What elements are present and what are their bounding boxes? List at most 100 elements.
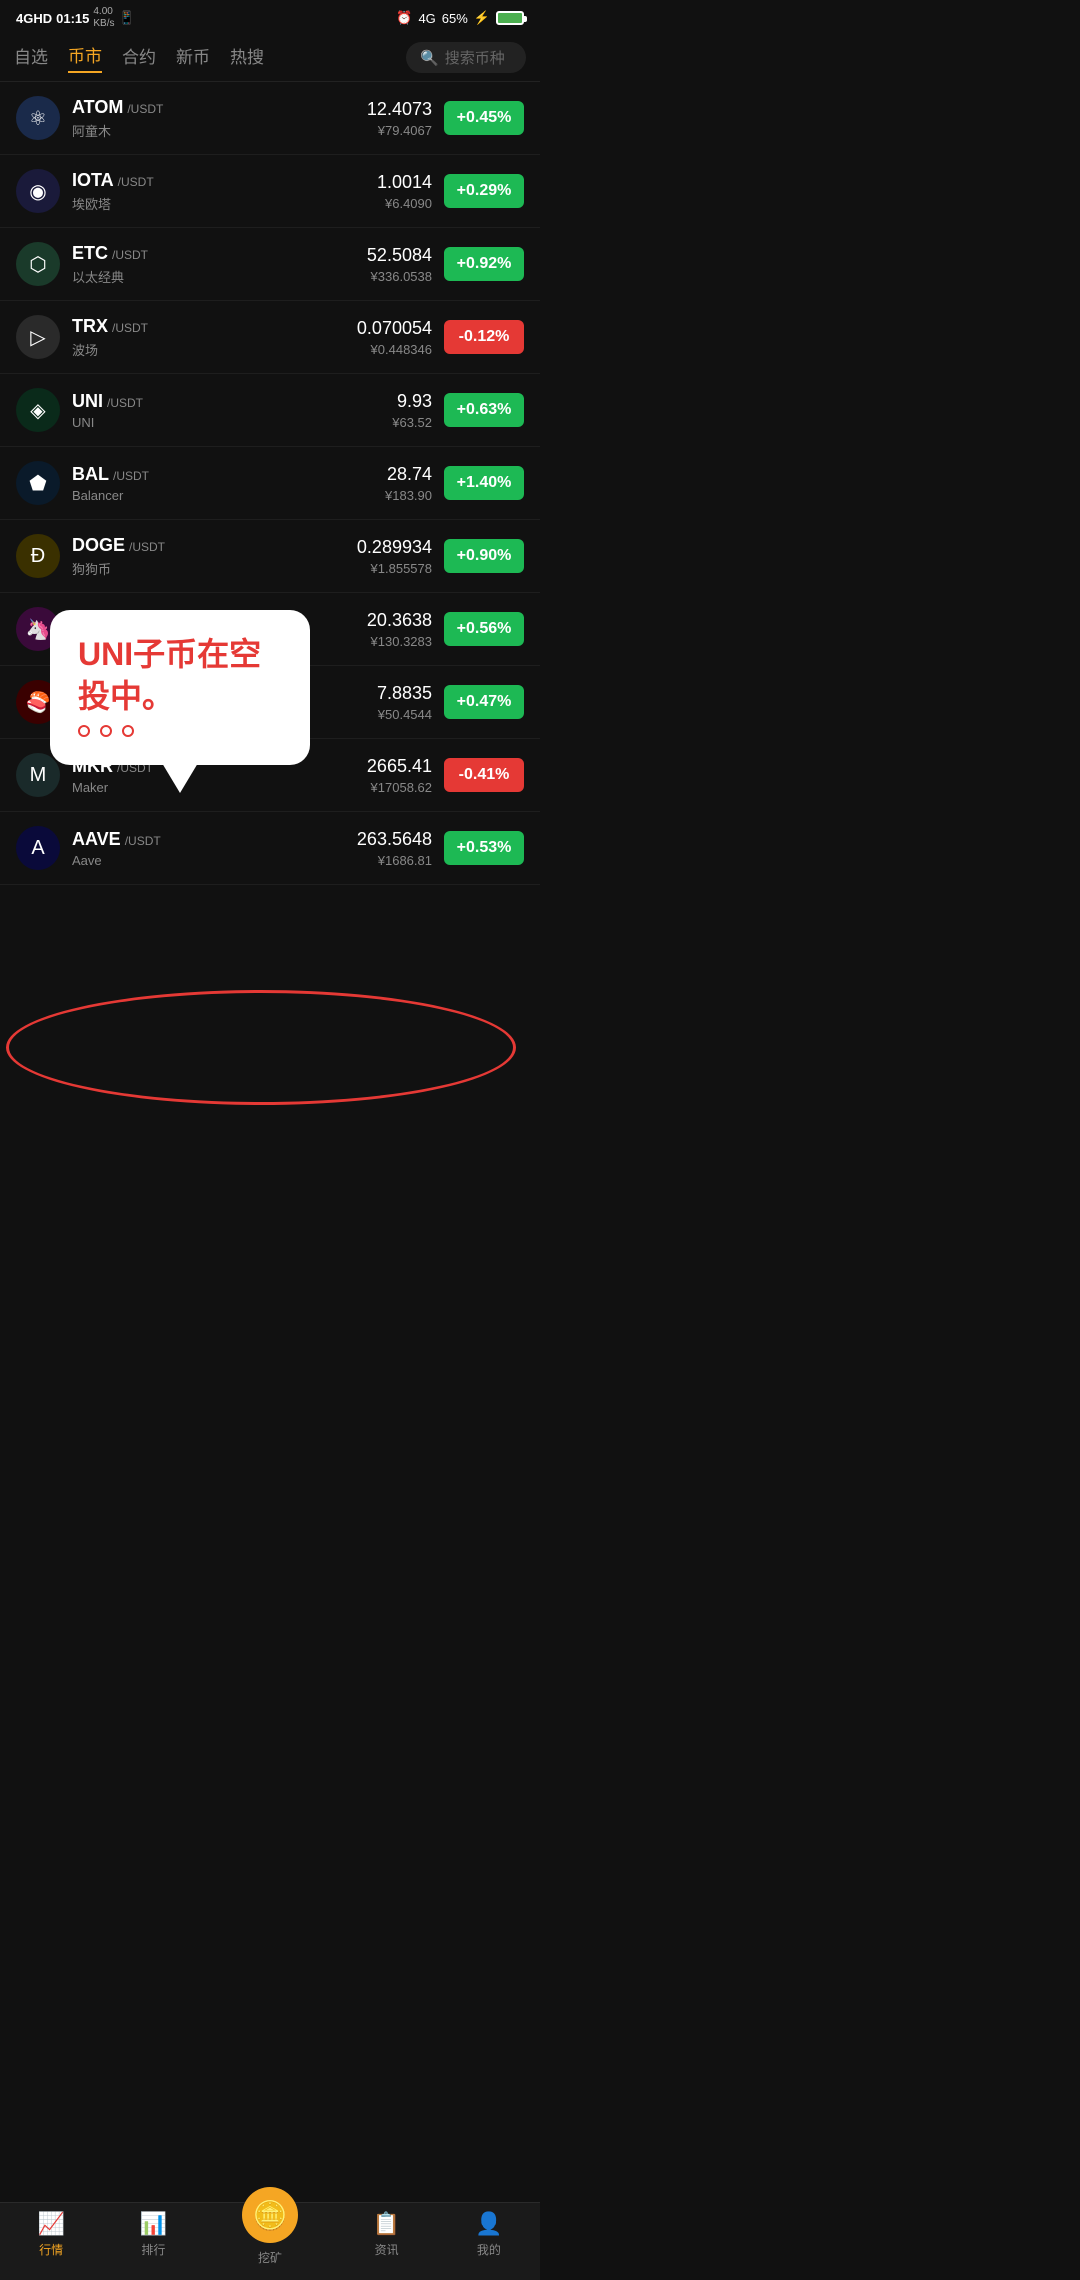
coin-price-cny-7: ¥130.3283	[367, 634, 432, 649]
coin-ticker-1: IOTA	[72, 170, 114, 191]
coin-prices-10: 263.5648 ¥1686.81	[357, 829, 432, 868]
coin-price-cny-6: ¥1.855578	[357, 561, 432, 576]
coin-icon-bal-5: ⬟	[16, 461, 60, 505]
coin-row-bal-5[interactable]: ⬟ BAL /USDT Balancer 28.74 ¥183.90 +1.40…	[0, 447, 540, 520]
bubble-text: UNI子币在空投中。	[78, 634, 282, 717]
dot-2	[100, 725, 112, 737]
coin-row-trx-3[interactable]: ▷ TRX /USDT 波场 0.070054 ¥0.448346 -0.12%	[0, 301, 540, 374]
search-placeholder: 搜索币种	[445, 47, 505, 68]
tab-watchlist[interactable]: 自选	[14, 43, 48, 72]
coin-prices-5: 28.74 ¥183.90	[385, 464, 432, 503]
coin-prices-6: 0.289934 ¥1.855578	[357, 537, 432, 576]
status-bar: 4GHD 01:15 4.00KB/s 📱 ⏰ 4G 65% ⚡	[0, 0, 540, 34]
coin-price-usd-2: 52.5084	[367, 245, 432, 266]
bottom-item-news[interactable]: 📋 资讯	[373, 2211, 400, 2266]
news-icon: 📋	[373, 2211, 400, 2237]
bottom-item-profile[interactable]: 👤 我的	[475, 2211, 502, 2266]
coin-row-uni-4[interactable]: ◈ UNI /USDT UNI 9.93 ¥63.52 +0.63%	[0, 374, 540, 447]
tab-new[interactable]: 新币	[176, 43, 210, 72]
network-type: 4GHD	[16, 11, 52, 26]
coin-ticker-6: DOGE	[72, 535, 125, 556]
nav-tabs: 自选 币市 合约 新币 热搜 🔍 搜索币种	[0, 34, 540, 82]
bubble-dots	[78, 725, 282, 737]
tab-hot[interactable]: 热搜	[230, 43, 264, 72]
coin-price-cny-4: ¥63.52	[392, 415, 432, 430]
tab-market[interactable]: 币市	[68, 42, 102, 73]
market-icon: 📈	[37, 2211, 64, 2237]
coin-row-atom-0[interactable]: ⚛ ATOM /USDT 阿童木 12.4073 ¥79.4067 +0.45%	[0, 82, 540, 155]
coin-row-aave-10[interactable]: A AAVE /USDT Aave 263.5648 ¥1686.81 +0.5…	[0, 812, 540, 885]
coin-info-4: UNI /USDT UNI	[72, 391, 380, 430]
coin-info-3: TRX /USDT 波场	[72, 316, 345, 359]
coin-price-cny-2: ¥336.0538	[367, 269, 432, 284]
coin-price-usd-1: 1.0014	[377, 172, 432, 193]
coin-price-cny-0: ¥79.4067	[367, 123, 432, 138]
coin-change-4: +0.63%	[444, 393, 524, 427]
mining-icon: 🪙	[253, 2199, 288, 2232]
news-label: 资讯	[375, 2241, 399, 2258]
coin-pair-4: /USDT	[107, 396, 143, 410]
lightning-icon: ⚡	[474, 10, 490, 26]
coin-change-8: +0.47%	[444, 685, 524, 719]
coin-price-usd-10: 263.5648	[357, 829, 432, 850]
coin-cname-3: 波场	[72, 340, 345, 359]
profile-icon: 👤	[475, 2211, 502, 2237]
search-box[interactable]: 🔍 搜索币种	[406, 42, 526, 73]
coin-row-doge-6[interactable]: Ð DOGE /USDT 狗狗币 0.289934 ¥1.855578 +0.9…	[0, 520, 540, 593]
coin-change-10: +0.53%	[444, 831, 524, 865]
coin-pair-10: /USDT	[125, 834, 161, 848]
coin-icon-etc-2: ⬡	[16, 242, 60, 286]
coin-price-usd-6: 0.289934	[357, 537, 432, 558]
4g-icon: 4G	[418, 11, 435, 26]
coin-info-2: ETC /USDT 以太经典	[72, 243, 355, 286]
coin-price-cny-3: ¥0.448346	[357, 342, 432, 357]
dot-3	[122, 725, 134, 737]
coin-icon-doge-6: Ð	[16, 534, 60, 578]
coin-prices-1: 1.0014 ¥6.4090	[377, 172, 432, 211]
coin-price-cny-10: ¥1686.81	[357, 853, 432, 868]
coin-price-usd-9: 2665.41	[367, 756, 432, 777]
coin-info-6: DOGE /USDT 狗狗币	[72, 535, 345, 578]
coin-prices-8: 7.8835 ¥50.4544	[377, 683, 432, 722]
bottom-item-mining[interactable]: 🪙 挖矿	[242, 2211, 298, 2266]
dot-1	[78, 725, 90, 737]
coin-price-cny-8: ¥50.4544	[377, 707, 432, 722]
bottom-item-market[interactable]: 📈 行情	[37, 2211, 64, 2266]
coin-row-etc-2[interactable]: ⬡ ETC /USDT 以太经典 52.5084 ¥336.0538 +0.92…	[0, 228, 540, 301]
coin-price-usd-5: 28.74	[385, 464, 432, 485]
coin-icon-aave-10: A	[16, 826, 60, 870]
rank-icon: 📊	[140, 2211, 167, 2237]
coin-icon-atom-0: ⚛	[16, 96, 60, 140]
coin-price-cny-9: ¥17058.62	[367, 780, 432, 795]
coin-cname-5: Balancer	[72, 488, 373, 503]
status-left: 4GHD 01:15 4.00KB/s 📱	[16, 6, 135, 30]
uni-circle-annotation	[6, 990, 516, 1105]
coin-info-5: BAL /USDT Balancer	[72, 464, 373, 503]
market-label: 行情	[39, 2241, 63, 2258]
coin-change-2: +0.92%	[444, 247, 524, 281]
tab-contract[interactable]: 合约	[122, 43, 156, 72]
bottom-item-rank[interactable]: 📊 排行	[140, 2211, 167, 2266]
mining-btn[interactable]: 🪙	[242, 2187, 298, 2243]
coin-prices-0: 12.4073 ¥79.4067	[367, 99, 432, 138]
coin-change-7: +0.56%	[444, 612, 524, 646]
coin-row-iota-1[interactable]: ◉ IOTA /USDT 埃欧塔 1.0014 ¥6.4090 +0.29%	[0, 155, 540, 228]
coin-prices-7: 20.3638 ¥130.3283	[367, 610, 432, 649]
status-right: ⏰ 4G 65% ⚡	[396, 10, 524, 26]
coin-change-1: +0.29%	[444, 174, 524, 208]
search-icon: 🔍	[420, 49, 439, 67]
coin-ticker-3: TRX	[72, 316, 108, 337]
rank-label: 排行	[141, 2241, 165, 2258]
coin-change-5: +1.40%	[444, 466, 524, 500]
battery-percent: 65%	[442, 11, 468, 26]
speech-bubble: UNI子币在空投中。	[50, 610, 310, 765]
coin-change-0: +0.45%	[444, 101, 524, 135]
mining-label: 挖矿	[258, 2249, 282, 2266]
coin-cname-2: 以太经典	[72, 267, 355, 286]
coin-info-1: IOTA /USDT 埃欧塔	[72, 170, 365, 213]
coin-ticker-4: UNI	[72, 391, 103, 412]
coin-price-usd-3: 0.070054	[357, 318, 432, 339]
coin-prices-4: 9.93 ¥63.52	[392, 391, 432, 430]
speed: 4.00KB/s	[93, 6, 114, 30]
coin-pair-1: /USDT	[118, 175, 154, 189]
